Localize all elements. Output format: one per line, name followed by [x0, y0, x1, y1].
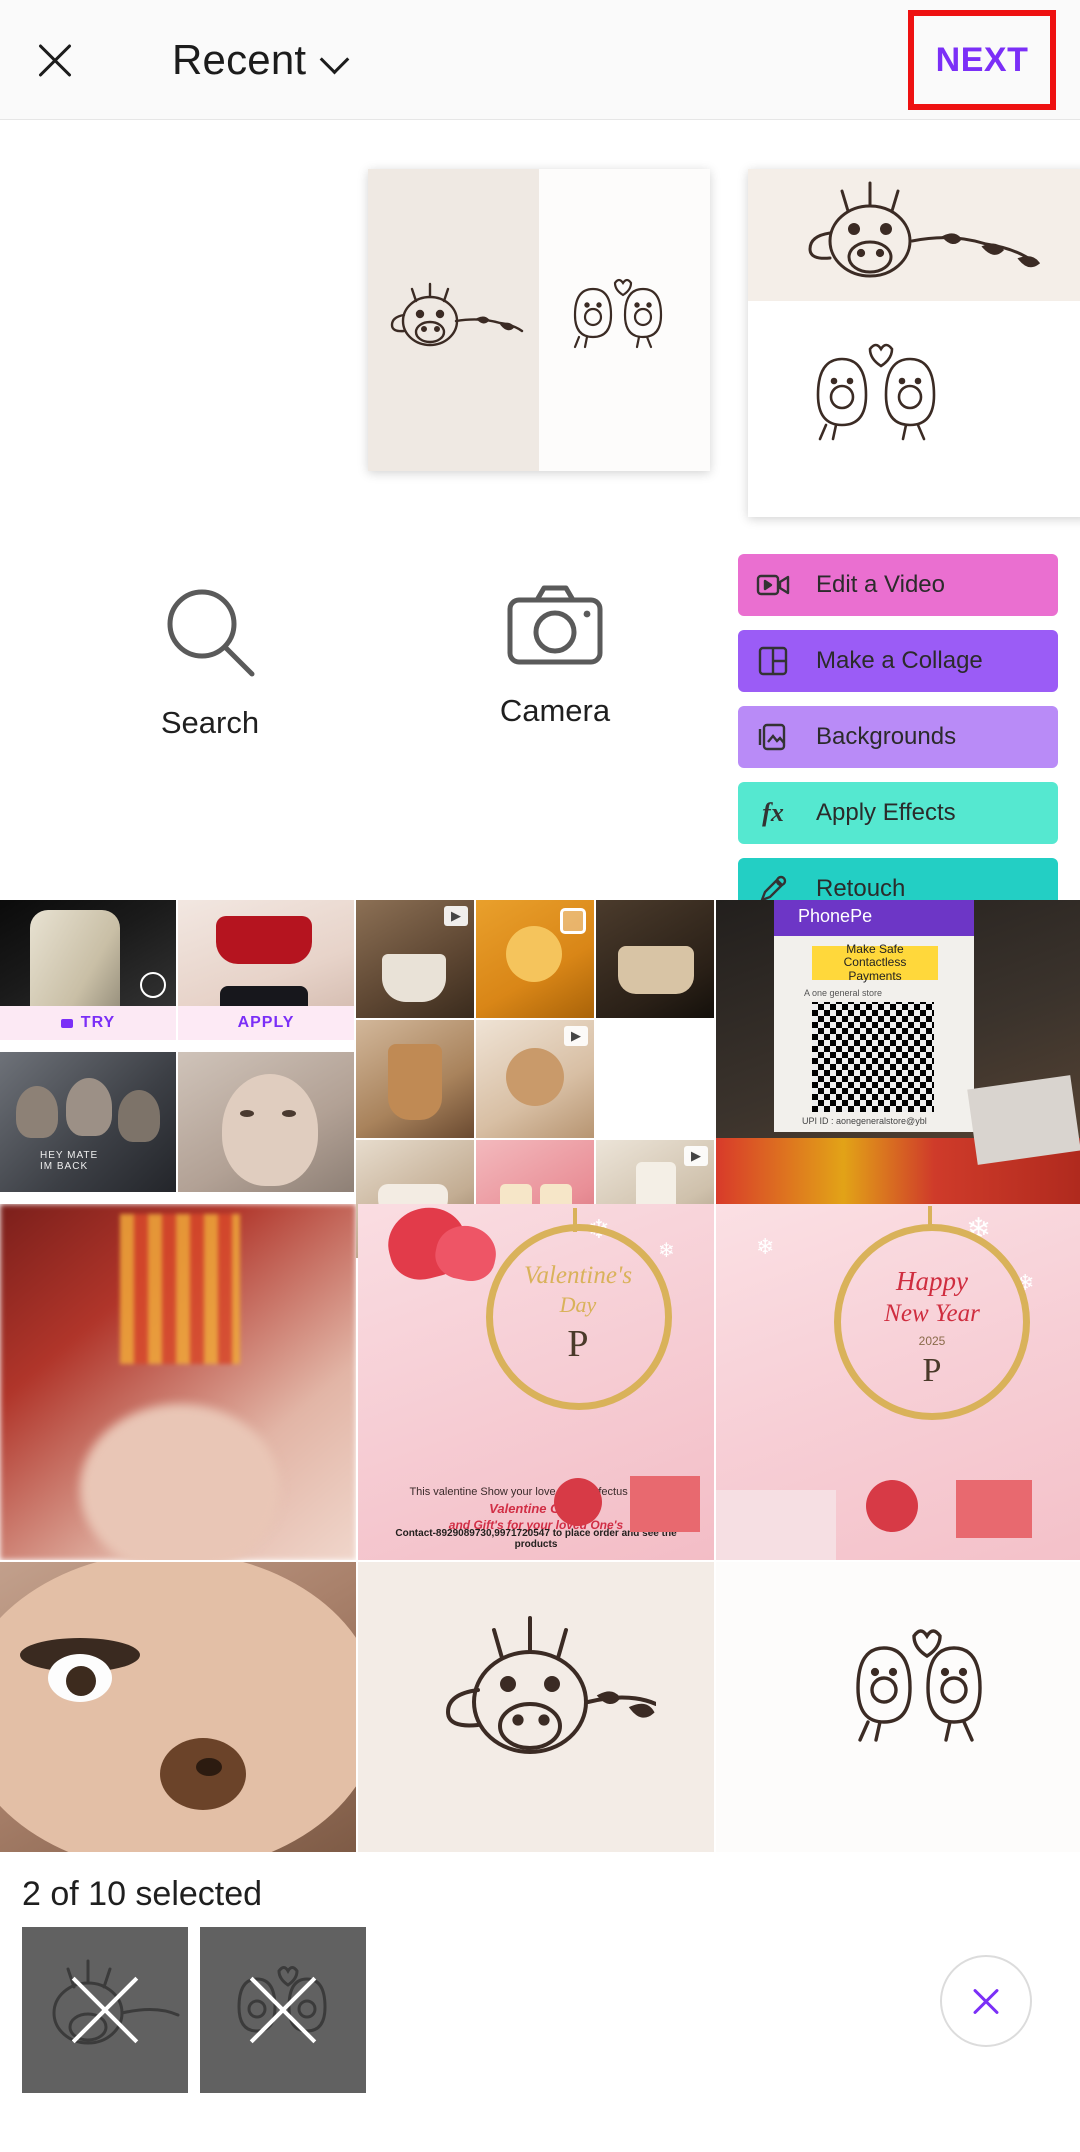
preview-band — [748, 169, 1080, 301]
newyear-monogram: P — [922, 1352, 942, 1389]
selected-thumb-giraffe[interactable] — [22, 1927, 188, 2093]
collage-icon — [752, 640, 794, 682]
selected-thumb-avocado[interactable] — [200, 1927, 366, 2093]
search-action[interactable]: Search — [60, 580, 360, 741]
valentines-title-2: Day — [559, 1292, 597, 1317]
newyear-title-1: Happy — [896, 1266, 968, 1296]
album-selector[interactable]: Recent — [172, 36, 348, 84]
camera-action[interactable]: Camera — [405, 580, 705, 729]
avocado-couple-icon — [816, 343, 936, 441]
photo-blur-orange[interactable] — [0, 1204, 356, 1560]
photo-avocado-doodle[interactable] — [716, 1562, 1080, 1852]
newyear-title-2: New Year — [884, 1300, 980, 1327]
backgrounds-label: Backgrounds — [816, 723, 957, 750]
close-icon — [969, 1984, 1003, 2018]
photo-newyear-card[interactable]: ❄ ❄ ❄ Happy New Year 2025 P — [716, 1204, 1080, 1560]
video-icon — [752, 564, 794, 606]
giraffe-icon — [390, 282, 524, 347]
valentines-title-1: Valentine's — [523, 1262, 633, 1289]
camera-label: Camera — [499, 693, 611, 728]
backgrounds-button[interactable]: Backgrounds — [738, 706, 1058, 768]
apply-badge[interactable]: APPLY — [178, 1006, 354, 1040]
quick-tools-list: Edit a Video Make a Collage Backgrounds … — [738, 554, 1058, 934]
photo-picker-screen: Recent NEXT Search Camera Edit a Video M… — [0, 0, 1080, 2152]
search-icon — [167, 589, 255, 677]
camera-icon — [507, 585, 603, 665]
video-badge-icon: ▶ — [564, 1026, 588, 1046]
make-a-collage-label: Make a Collage — [816, 647, 983, 674]
photo-cake-dark[interactable] — [596, 900, 714, 1018]
preview-lower — [748, 301, 1080, 517]
album-name: Recent — [172, 35, 307, 83]
close-icon — [33, 38, 77, 82]
close-button[interactable] — [0, 0, 110, 120]
apply-effects-label: Apply Effects — [816, 799, 956, 826]
photo-latte-art[interactable]: ▶ — [476, 1020, 594, 1138]
collage-preview-2[interactable] — [748, 169, 1080, 517]
actions-row: Search Camera Edit a Video Make a Collag… — [0, 540, 1080, 920]
photo-coffee-pour[interactable]: ▶ — [356, 900, 474, 1018]
photo-portrait-woman[interactable] — [178, 1052, 354, 1192]
fx-icon: fx — [762, 798, 784, 827]
chevron-down-icon — [322, 47, 348, 73]
next-button[interactable]: NEXT — [908, 10, 1056, 110]
make-a-collage-button[interactable]: Make a Collage — [738, 630, 1058, 692]
video-badge-icon: ▶ — [444, 906, 468, 926]
try-badge[interactable]: TRY — [0, 1006, 176, 1040]
clear-selection-button[interactable] — [940, 1955, 1032, 2047]
photo-red-top[interactable]: APPLY — [178, 900, 354, 1040]
photo-grid: TRY APPLY HEY MATE IM BACK ▶ ▶ ▶ PhonePe… — [0, 900, 1080, 1860]
video-badge-icon: ▶ — [684, 1146, 708, 1166]
photo-group-men[interactable]: HEY MATE IM BACK — [0, 1052, 176, 1192]
collage-preview-1[interactable] — [368, 169, 710, 471]
photo-fashion-gold[interactable]: TRY — [0, 900, 176, 1040]
valentines-monogram: P — [567, 1323, 589, 1365]
avocado-couple-icon — [856, 1629, 982, 1742]
backgrounds-icon — [752, 716, 794, 758]
search-label: Search — [160, 705, 260, 740]
selection-bar: 2 of 10 selected — [0, 1863, 1080, 2152]
photo-face-filter[interactable] — [0, 1562, 356, 1852]
apply-effects-button[interactable]: fx Apply Effects — [738, 782, 1058, 844]
photo-giraffe-doodle[interactable] — [358, 1562, 714, 1852]
remove-overlay-icon[interactable] — [200, 1927, 366, 2093]
giraffe-icon — [808, 181, 1041, 278]
avocado-couple-icon — [573, 278, 663, 349]
preview-panel-left — [368, 169, 539, 471]
edit-a-video-label: Edit a Video — [816, 571, 945, 598]
photo-valentines-card[interactable]: ❄ ❄ Valentine's Day P This valentine Sho… — [358, 1204, 714, 1560]
preview-strip — [0, 121, 1080, 517]
preview-panel-right — [539, 169, 710, 471]
try-badge-dot — [60, 1018, 73, 1028]
retouch-label: Retouch — [816, 875, 906, 902]
giraffe-icon — [445, 1616, 656, 1754]
photo-iced-coffee[interactable] — [356, 1020, 474, 1138]
newyear-year: 2025 — [918, 1334, 946, 1348]
select-checkbox[interactable] — [560, 908, 586, 934]
top-bar: Recent NEXT — [0, 0, 1080, 120]
edit-a-video-button[interactable]: Edit a Video — [738, 554, 1058, 616]
remove-overlay-icon[interactable] — [22, 1927, 188, 2093]
next-button-label: NEXT — [935, 40, 1029, 79]
selection-count: 2 of 10 selected — [22, 1875, 263, 1913]
photo-caramel-spoon[interactable] — [476, 900, 594, 1018]
try-badge-label: TRY — [80, 1014, 116, 1031]
apply-badge-label: APPLY — [237, 1014, 295, 1031]
